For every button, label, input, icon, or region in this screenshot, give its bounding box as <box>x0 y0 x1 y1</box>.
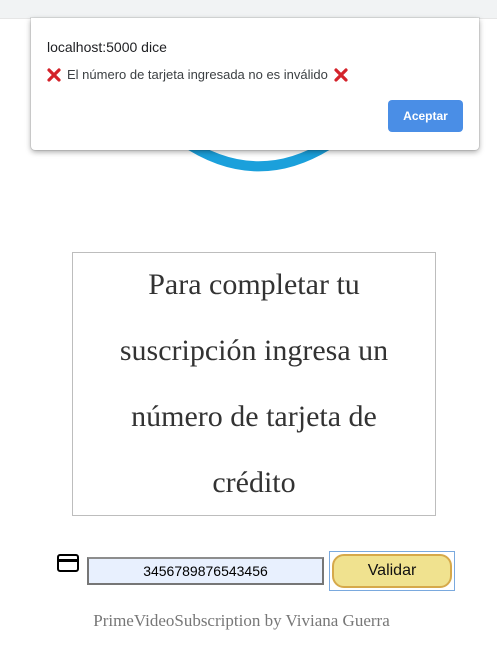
validate-button-focus-ring: Validar <box>329 551 455 591</box>
dialog-ok-button[interactable]: Aceptar <box>388 100 463 132</box>
cross-mark-icon <box>47 67 61 82</box>
dialog-message-row: El número de tarjeta ingresada no es inv… <box>47 67 348 82</box>
subscription-message: Para completar tu suscripción ingresa un… <box>119 268 389 499</box>
alert-dialog: localhost:5000 dice El número de tarjeta… <box>31 18 479 150</box>
subscription-message-box: Para completar tu suscripción ingresa un… <box>72 252 436 516</box>
cross-mark-icon <box>334 67 348 82</box>
dialog-title: localhost:5000 dice <box>47 39 167 55</box>
card-number-input[interactable] <box>87 557 324 585</box>
browser-top-bar <box>0 0 497 19</box>
credit-card-icon <box>57 554 79 572</box>
footer-credit: PrimeVideoSubscription by Viviana Guerra <box>93 611 390 630</box>
validate-button[interactable]: Validar <box>332 554 452 588</box>
dialog-message: El número de tarjeta ingresada no es inv… <box>67 67 328 82</box>
